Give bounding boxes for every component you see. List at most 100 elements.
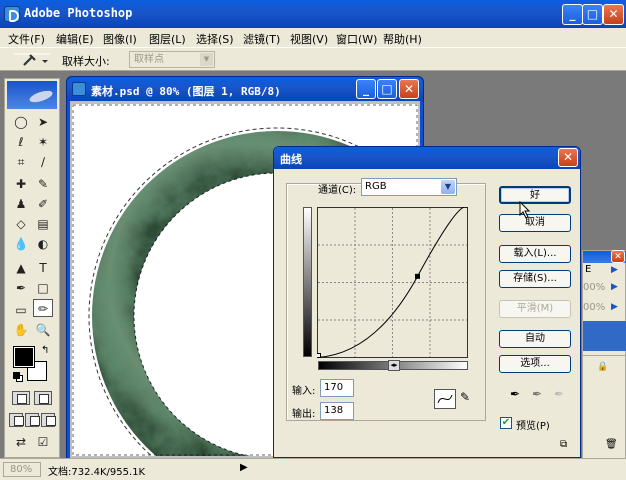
zoom-field[interactable]: 80%: [3, 462, 41, 477]
slice-tool-icon[interactable]: ∕: [33, 153, 53, 171]
auto-button[interactable]: 自动: [499, 330, 571, 348]
gradient-tool-icon[interactable]: ▤: [33, 215, 53, 233]
opacity-arrow-icon[interactable]: ▶: [611, 282, 618, 292]
history-brush-tool-icon[interactable]: ✐: [33, 195, 53, 213]
document-size: 文档:732.4K/955.1K: [48, 467, 146, 478]
checkmark-icon[interactable]: ☑: [33, 433, 53, 451]
layer-row-background[interactable]: 🔒: [583, 355, 626, 381]
zoom-tool-icon[interactable]: 🔍: [33, 321, 53, 339]
healing-brush-tool-icon[interactable]: ✚: [11, 175, 31, 193]
feather-logo-icon: [28, 88, 54, 105]
delete-layer-icon[interactable]: 🗑: [605, 439, 618, 450]
foreground-color-swatch[interactable]: [13, 346, 35, 368]
crop-tool-icon[interactable]: ⌗: [11, 153, 31, 171]
panel-tab-label[interactable]: E: [585, 264, 591, 275]
default-colors-fg-icon: [13, 372, 20, 379]
smooth-button[interactable]: 平滑(M): [499, 300, 571, 318]
toolbox: ◯ ➤ ℓ ✶ ⌗ ∕ ✚ ✎ ♟ ✐ ◇ ▤ 💧 ◐ ▲ T ✒ □ ▭ ✏ …: [4, 78, 60, 458]
doc-maximize-button[interactable]: □: [377, 79, 397, 99]
photoshop-logo-icon: [4, 6, 20, 22]
eraser-tool-icon[interactable]: ◇: [11, 215, 31, 233]
swap-colors-icon[interactable]: ↰: [41, 345, 49, 356]
blur-tool-icon[interactable]: 💧: [11, 235, 31, 253]
document-titlebar: 素材.psd @ 80% (图层 1, RGB/8) _ □ ✕: [67, 77, 423, 101]
menu-layer[interactable]: 图层(L): [149, 31, 186, 47]
menu-window[interactable]: 窗口(W): [336, 31, 377, 47]
eyedropper-preset-icon[interactable]: [6, 50, 50, 70]
menu-image[interactable]: 图像(I): [103, 31, 137, 47]
jump-to-imageready-icon[interactable]: ⇄: [11, 433, 31, 451]
curves-title: 曲线: [280, 153, 302, 166]
quick-mask-button[interactable]: [34, 391, 52, 405]
doc-close-button[interactable]: ✕: [399, 79, 419, 99]
hand-tool-icon[interactable]: ✋: [11, 321, 31, 339]
output-field[interactable]: 138: [320, 402, 354, 420]
layers-panel-fragment: ✕ E ▶ 00% ▶ 00% ▶ 🔒 🗑: [582, 250, 626, 460]
magic-wand-tool-icon[interactable]: ✶: [33, 133, 53, 151]
move-tool-icon[interactable]: ➤: [33, 113, 53, 131]
shape-tool-icon[interactable]: □: [33, 279, 53, 297]
menu-help[interactable]: 帮助(H): [383, 31, 422, 47]
menu-bar: 文件(F) 编辑(E) 图像(I) 图层(L) 选择(S) 滤镜(T) 视图(V…: [0, 28, 626, 47]
standard-mode-button[interactable]: [12, 391, 30, 405]
load-button[interactable]: 载入(L)...: [499, 245, 571, 263]
minimize-button[interactable]: _: [562, 4, 583, 25]
preview-checkbox[interactable]: ✔: [500, 417, 512, 429]
lock-icon: 🔒: [597, 362, 609, 372]
pencil-mode-icon[interactable]: ✎: [460, 390, 470, 404]
sample-size-value: 取样点: [134, 54, 164, 65]
lasso-tool-icon[interactable]: ℓ: [11, 133, 31, 151]
save-button[interactable]: 存储(S)...: [499, 270, 571, 288]
type-tool-icon[interactable]: T: [33, 259, 53, 277]
path-selection-tool-icon[interactable]: ▲: [11, 259, 31, 277]
gray-point-eyedropper-icon[interactable]: ✒: [532, 387, 542, 401]
maximize-button[interactable]: □: [582, 4, 603, 25]
panel-close-button[interactable]: ✕: [611, 250, 625, 263]
output-gradient-bar: [303, 207, 312, 357]
screen-mode-full-menu-button[interactable]: [25, 413, 40, 427]
menu-select[interactable]: 选择(S): [196, 31, 234, 47]
input-field[interactable]: 170: [320, 379, 354, 397]
options-button[interactable]: 选项...: [499, 355, 571, 373]
layer-row-selected[interactable]: [583, 321, 626, 351]
fill-arrow-icon[interactable]: ▶: [611, 302, 618, 312]
curve-endpoint-black[interactable]: [317, 353, 321, 358]
ok-button[interactable]: 好: [499, 186, 571, 204]
marquee-tool-icon[interactable]: ◯: [11, 113, 31, 131]
cancel-button[interactable]: 取消: [499, 214, 571, 232]
curve-graph[interactable]: [317, 207, 469, 359]
channel-label: 通道(C):: [318, 185, 357, 196]
app-title: Adobe Photoshop: [24, 6, 133, 20]
dodge-tool-icon[interactable]: ◐: [33, 235, 53, 253]
white-point-eyedropper-icon[interactable]: ✒: [554, 387, 564, 401]
brush-tool-icon[interactable]: ✎: [33, 175, 53, 193]
notes-tool-icon[interactable]: ▭: [11, 301, 31, 319]
sample-size-label: 取样大小:: [62, 55, 110, 68]
output-label: 输出:: [292, 409, 316, 420]
curve-mode-button[interactable]: [434, 389, 456, 409]
channel-select[interactable]: RGB ▼: [361, 178, 457, 196]
menu-edit[interactable]: 编辑(E): [56, 31, 94, 47]
black-point-eyedropper-icon[interactable]: ✒: [510, 387, 520, 401]
panel-menu-icon[interactable]: ▶: [611, 265, 618, 275]
status-bar: 80% 文档:732.4K/955.1K ▶: [0, 458, 626, 480]
document-icon: [72, 82, 86, 96]
opacity-value: 00%: [583, 282, 606, 293]
status-menu-arrow-icon[interactable]: ▶: [240, 462, 248, 473]
gradient-toggle-icon[interactable]: ◂▸: [388, 360, 400, 371]
menu-filter[interactable]: 滤镜(T): [243, 31, 280, 47]
clone-stamp-tool-icon[interactable]: ♟: [11, 195, 31, 213]
screen-mode-full-button[interactable]: [41, 413, 56, 427]
curves-close-button[interactable]: ✕: [558, 148, 578, 167]
pen-tool-icon[interactable]: ✒: [11, 279, 31, 297]
expand-dialog-icon[interactable]: ⧉: [560, 439, 567, 450]
doc-minimize-button[interactable]: _: [356, 79, 376, 99]
app-titlebar: Adobe Photoshop _ □ ✕: [0, 0, 626, 28]
curve-control-point[interactable]: [415, 273, 420, 279]
menu-view[interactable]: 视图(V): [290, 31, 328, 47]
eyedropper-tool-icon[interactable]: ✏: [33, 299, 53, 317]
toolbox-header: [7, 81, 57, 109]
close-button[interactable]: ✕: [603, 4, 624, 25]
screen-mode-standard-button[interactable]: [9, 413, 24, 427]
menu-file[interactable]: 文件(F): [8, 31, 45, 47]
